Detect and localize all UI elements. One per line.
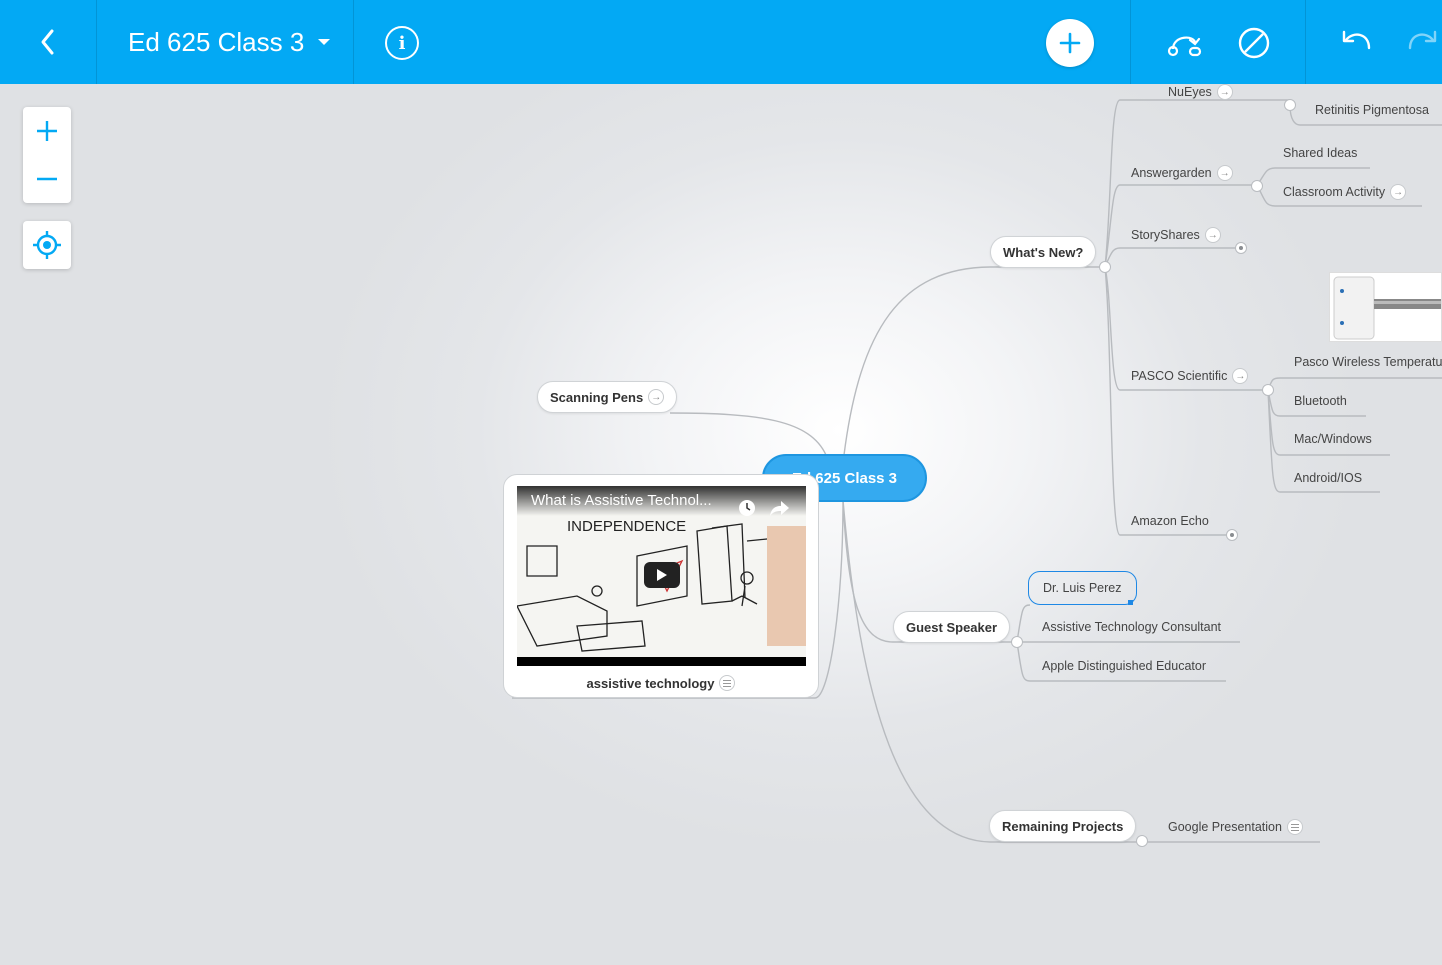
node-label: What's New?	[1003, 244, 1084, 260]
node-label: Retinitis Pigmentosa	[1315, 103, 1429, 117]
clock-icon	[739, 500, 755, 516]
video-node[interactable]: INDEPENDENCE What is Assistive Technol..…	[503, 474, 819, 698]
node-pasco-scientific[interactable]: PASCO Scientific →	[1131, 366, 1249, 386]
collapse-toggle[interactable]	[1251, 180, 1263, 192]
node-answergarden[interactable]: Answergarden →	[1131, 163, 1233, 183]
link-arrow-icon[interactable]: →	[1216, 84, 1233, 100]
node-whats-new[interactable]: What's New?	[990, 236, 1097, 268]
node-label: Pasco Wireless Temperatu	[1294, 355, 1442, 369]
note-icon[interactable]	[719, 675, 736, 691]
node-label: Assistive Technology Consultant	[1042, 620, 1222, 634]
node-guest-speaker[interactable]: Guest Speaker	[893, 611, 1011, 643]
node-nueyes[interactable]: NuEyes →	[1168, 82, 1233, 102]
node-retinitis-pigmentosa[interactable]: Retinitis Pigmentosa	[1315, 100, 1429, 120]
node-pasco-wireless[interactable]: Pasco Wireless Temperatu	[1294, 352, 1442, 372]
node-classroom-activity[interactable]: Classroom Activity →	[1283, 182, 1407, 202]
node-shared-ideas[interactable]: Shared Ideas	[1283, 143, 1357, 163]
link-arrow-icon[interactable]: →	[1390, 184, 1407, 200]
node-label: Scanning Pens	[550, 389, 644, 405]
note-icon[interactable]	[1286, 819, 1303, 835]
resize-handle[interactable]	[1128, 600, 1133, 605]
play-icon[interactable]	[644, 562, 680, 588]
node-google-presentation[interactable]: Google Presentation	[1168, 817, 1303, 837]
node-label: Android/IOS	[1294, 471, 1363, 485]
image-attachment[interactable]	[1329, 272, 1442, 342]
video-caption: assistive technology	[504, 675, 818, 691]
node-label: NuEyes	[1168, 85, 1212, 99]
video-bottom-bar	[517, 657, 806, 666]
node-amazon-echo[interactable]: Amazon Echo	[1131, 511, 1209, 531]
node-android-ios[interactable]: Android/IOS	[1294, 468, 1362, 488]
node-label: Mac/Windows	[1294, 432, 1372, 446]
node-remaining-projects[interactable]: Remaining Projects	[989, 810, 1137, 842]
collapse-toggle[interactable]	[1284, 99, 1296, 111]
collapse-toggle[interactable]	[1011, 636, 1023, 648]
video-caption-label: assistive technology	[586, 675, 715, 691]
node-label: Apple Distinguished Educator	[1042, 659, 1206, 673]
node-label: Classroom Activity	[1283, 185, 1386, 199]
node-label: Guest Speaker	[906, 619, 998, 635]
node-mac-windows[interactable]: Mac/Windows	[1294, 429, 1372, 449]
expand-toggle[interactable]	[1235, 242, 1247, 254]
node-label: Amazon Echo	[1131, 514, 1209, 528]
link-arrow-icon[interactable]: →	[1216, 165, 1233, 181]
node-label: Remaining Projects	[1002, 818, 1124, 834]
node-label: Answergarden	[1131, 166, 1212, 180]
node-label: Dr. Luis Perez	[1043, 581, 1122, 595]
video-player[interactable]: INDEPENDENCE What is Assistive Technol..…	[517, 486, 806, 666]
node-label: Google Presentation	[1168, 820, 1282, 834]
node-label: Bluetooth	[1294, 394, 1347, 408]
node-label: Shared Ideas	[1283, 146, 1358, 160]
node-dr-luis-perez-selected[interactable]: Dr. Luis Perez	[1028, 571, 1137, 605]
collapse-toggle[interactable]	[1099, 261, 1111, 273]
node-apple-educator[interactable]: Apple Distinguished Educator	[1042, 656, 1206, 676]
node-label: StoryShares	[1131, 228, 1200, 242]
node-label: PASCO Scientific	[1131, 369, 1228, 383]
collapse-toggle[interactable]	[1262, 384, 1274, 396]
node-scanning-pens[interactable]: Scanning Pens →	[537, 381, 678, 413]
link-arrow-icon[interactable]: →	[648, 389, 665, 405]
expand-toggle[interactable]	[1226, 529, 1238, 541]
video-title: What is Assistive Technol...	[517, 486, 806, 516]
node-bluetooth[interactable]: Bluetooth	[1294, 391, 1347, 411]
node-storyshares[interactable]: StoryShares →	[1131, 225, 1221, 245]
collapse-toggle[interactable]	[1136, 835, 1148, 847]
link-arrow-icon[interactable]: →	[1232, 368, 1249, 384]
sensor-image	[1333, 276, 1441, 340]
share-icon	[770, 501, 789, 516]
link-arrow-icon[interactable]: →	[1204, 227, 1221, 243]
sketch-word: INDEPENDENCE	[567, 518, 686, 535]
node-at-consultant[interactable]: Assistive Technology Consultant	[1042, 617, 1221, 637]
